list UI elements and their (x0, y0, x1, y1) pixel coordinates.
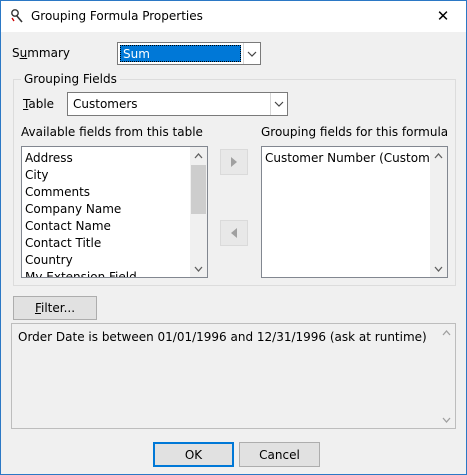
close-button[interactable]: ✕ (420, 1, 466, 31)
scroll-down-button[interactable] (190, 260, 207, 277)
table-dropdown[interactable]: Customers (67, 92, 288, 116)
summary-label-rest: mmary (27, 46, 71, 60)
available-field-item[interactable]: My Extension Field (25, 269, 189, 277)
grouping-fields-list[interactable]: Customer Number (Customers) (261, 146, 448, 278)
scroll-up-button[interactable] (438, 324, 455, 341)
title-bar: Grouping Formula Properties ✕ (1, 1, 466, 32)
summary-dropdown-arrow[interactable] (243, 43, 260, 64)
filter-description-scrollbar[interactable] (438, 324, 455, 428)
scroll-up-button[interactable] (190, 147, 207, 164)
chevron-up-icon (434, 152, 443, 158)
available-field-item[interactable]: Comments (25, 184, 189, 201)
summary-dropdown[interactable]: Sum (117, 42, 261, 65)
chevron-up-icon (194, 152, 203, 158)
ok-button-label: OK (184, 447, 203, 462)
summary-label: Summary (12, 46, 70, 60)
scroll-down-button[interactable] (438, 411, 455, 428)
available-field-item[interactable]: Country (25, 252, 189, 269)
window-title: Grouping Formula Properties (31, 9, 203, 23)
cancel-button-label: Cancel (259, 447, 300, 462)
chevron-up-icon (442, 329, 451, 335)
available-fields-scrollbar[interactable] (190, 147, 207, 277)
add-field-button[interactable] (220, 149, 248, 175)
summary-label-s: S (12, 46, 20, 60)
close-icon: ✕ (436, 7, 450, 25)
available-field-item[interactable]: Company Name (25, 201, 189, 218)
summary-value-text: Sum (123, 47, 150, 61)
available-field-item[interactable]: Contact Name (25, 218, 189, 235)
chevron-down-icon (247, 51, 257, 57)
available-fields-label: Available fields from this table (21, 125, 203, 139)
summary-selected-value: Sum (120, 45, 241, 62)
formula-wand-icon (11, 9, 23, 23)
available-field-item[interactable]: Address (25, 150, 189, 167)
filter-label-rest: ilter... (41, 301, 76, 315)
remove-field-button[interactable] (220, 220, 248, 246)
dialog-window: Grouping Formula Properties ✕ Summary Su… (0, 0, 467, 475)
available-fields-items: Address City Comments Company Name Contact N… (25, 150, 189, 277)
grouping-fields-items: Customer Number (Customers) (265, 150, 429, 167)
table-label-rest: able (28, 97, 55, 111)
filter-button[interactable]: Filter... (13, 296, 97, 320)
chevron-down-icon (442, 417, 451, 423)
available-field-item[interactable]: Contact Title (25, 235, 189, 252)
available-fields-list[interactable]: Address City Comments Company Name Contact N… (21, 146, 208, 278)
table-dropdown-arrow[interactable] (270, 93, 287, 115)
arrow-right-icon (231, 157, 237, 167)
chevron-down-icon (274, 101, 284, 107)
table-value: Customers (73, 97, 138, 111)
grouping-fields-title: Grouping Fields (21, 72, 120, 86)
table-label: Table (23, 97, 54, 111)
chevron-down-icon (434, 266, 443, 272)
filter-description: Order Date is between 01/01/1996 and 12/… (18, 330, 427, 344)
scroll-thumb[interactable] (191, 165, 206, 214)
filter-description-box[interactable]: Order Date is between 01/01/1996 and 12/… (11, 323, 456, 429)
filter-button-label: Filter... (35, 301, 75, 315)
scroll-up-button[interactable] (430, 147, 447, 164)
scroll-down-button[interactable] (430, 260, 447, 277)
available-field-item[interactable]: City (25, 167, 189, 184)
ok-button[interactable]: OK (153, 442, 234, 467)
cancel-button[interactable]: Cancel (239, 442, 320, 467)
chevron-down-icon (194, 266, 203, 272)
grouping-fields-scrollbar[interactable] (430, 147, 447, 277)
grouping-field-item[interactable]: Customer Number (Customers) (265, 150, 429, 167)
selected-fields-label: Grouping fields for this formula (261, 125, 449, 139)
arrow-left-icon (231, 228, 237, 238)
